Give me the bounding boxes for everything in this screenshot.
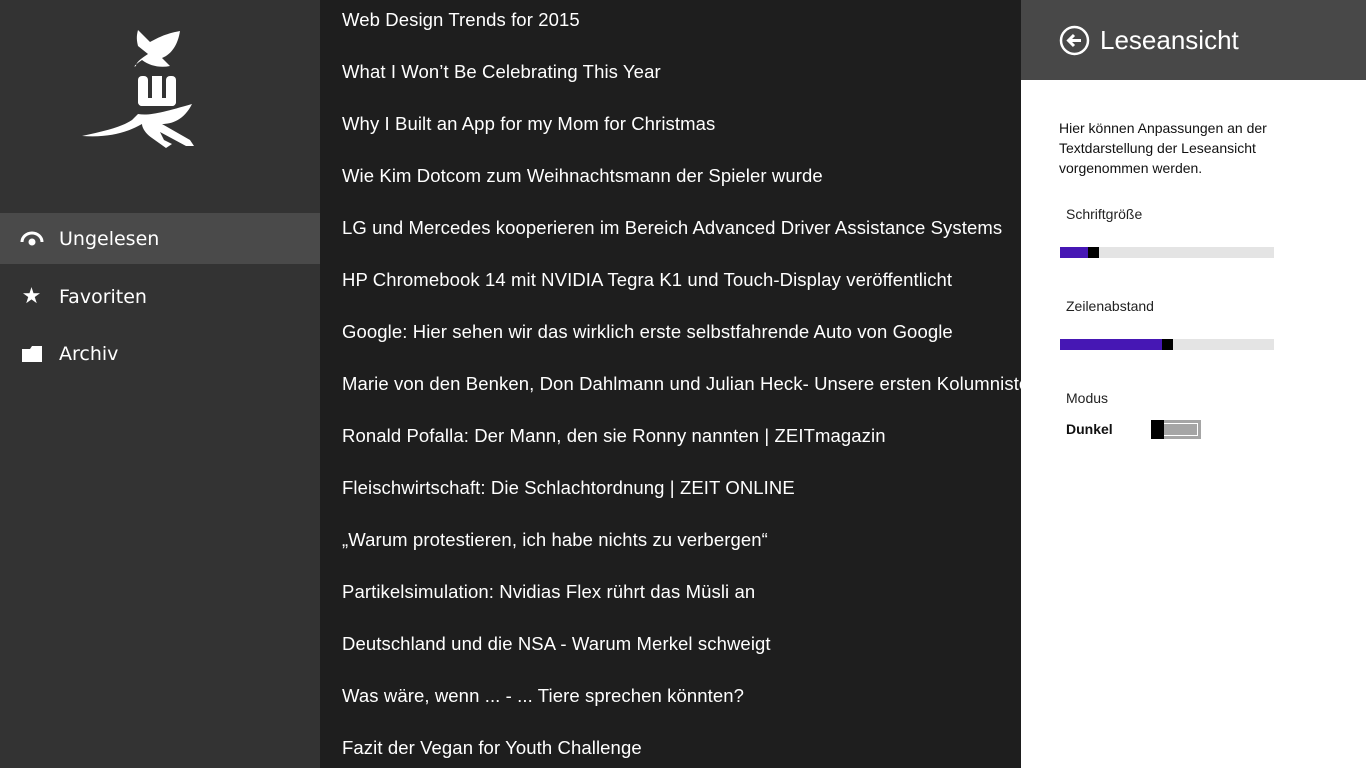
- article-item[interactable]: Was wäre, wenn ... - ... Tiere sprechen …: [342, 685, 744, 707]
- sidebar-item-archiv[interactable]: Archiv: [0, 328, 320, 379]
- sidebar-item-ungelesen[interactable]: Ungelesen: [0, 213, 320, 264]
- article-item[interactable]: Web Design Trends for 2015: [342, 9, 580, 31]
- panel-header: Leseansicht: [1021, 0, 1366, 80]
- panel-title: Leseansicht: [1100, 24, 1239, 55]
- toggle-knob: [1151, 420, 1164, 439]
- eye-icon: [0, 231, 59, 247]
- slider-fill: [1060, 339, 1162, 350]
- article-item[interactable]: Marie von den Benken, Don Dahlmann und J…: [342, 373, 1021, 395]
- article-item[interactable]: Wie Kim Dotcom zum Weihnachtsmann der Sp…: [342, 165, 823, 187]
- panel-description: Hier können Anpassungen an der Textdarst…: [1059, 120, 1267, 176]
- mode-label: Modus: [1066, 390, 1109, 406]
- article-list: Web Design Trends for 2015 What I Won’t B…: [320, 0, 1021, 768]
- article-item[interactable]: LG und Mercedes kooperieren im Bereich A…: [342, 217, 1002, 239]
- back-arrow-icon[interactable]: [1059, 25, 1090, 56]
- article-item[interactable]: Why I Built an App for my Mom for Christ…: [342, 113, 715, 135]
- sidebar: Ungelesen ★ Favoriten Archiv: [0, 0, 320, 768]
- article-item[interactable]: HP Chromebook 14 mit NVIDIA Tegra K1 und…: [342, 269, 952, 291]
- slider-thumb[interactable]: [1088, 247, 1099, 258]
- mode-value: Dunkel: [1066, 421, 1113, 437]
- reading-view-settings-panel: Leseansicht Hier können Anpassungen an d…: [1021, 0, 1366, 768]
- star-icon: ★: [21, 284, 42, 309]
- sidebar-item-favoriten[interactable]: ★ Favoriten: [0, 271, 320, 322]
- wallabag-logo: [82, 30, 194, 148]
- line-spacing-label: Zeilenabstand: [1066, 298, 1154, 314]
- mode-toggle[interactable]: [1151, 420, 1201, 439]
- sidebar-item-label: Favoriten: [59, 285, 147, 308]
- article-item[interactable]: Deutschland und die NSA - Warum Merkel s…: [342, 633, 771, 655]
- article-item[interactable]: Google: Hier sehen wir das wirklich erst…: [342, 321, 953, 343]
- font-size-label: Schriftgröße: [1066, 206, 1143, 222]
- article-item[interactable]: Ronald Pofalla: Der Mann, den sie Ronny …: [342, 425, 886, 447]
- article-item[interactable]: Partikelsimulation: Nvidias Flex rührt d…: [342, 581, 755, 603]
- article-item[interactable]: What I Won’t Be Celebrating This Year: [342, 61, 661, 83]
- line-spacing-slider[interactable]: [1060, 339, 1274, 350]
- folder-icon: [0, 345, 59, 362]
- sidebar-item-label: Archiv: [59, 342, 119, 365]
- article-item[interactable]: Fleischwirtschaft: Die Schlachtordnung |…: [342, 477, 795, 499]
- article-item[interactable]: Fazit der Vegan for Youth Challenge: [342, 737, 642, 759]
- slider-fill: [1060, 247, 1088, 258]
- article-item[interactable]: „Warum protestieren, ich habe nichts zu …: [342, 529, 768, 551]
- font-size-slider[interactable]: [1060, 247, 1274, 258]
- sidebar-item-label: Ungelesen: [59, 227, 160, 250]
- slider-thumb[interactable]: [1162, 339, 1173, 350]
